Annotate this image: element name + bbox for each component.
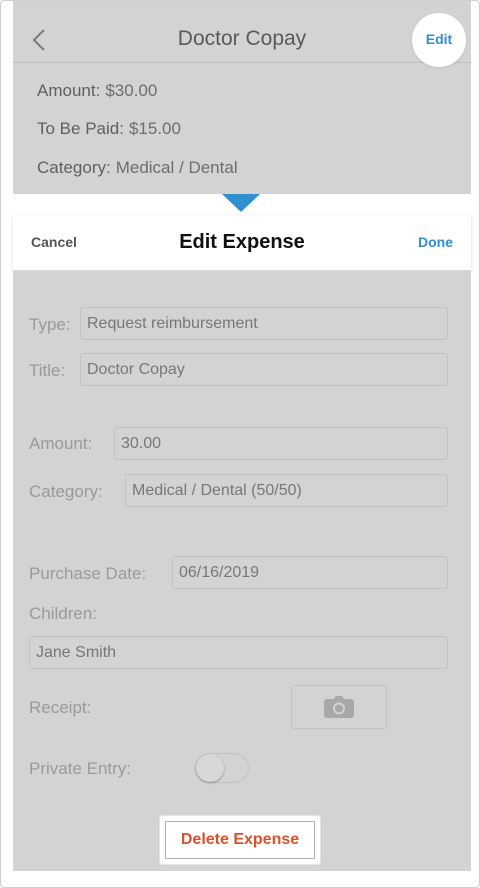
edit-expense-form: Type: Request reimbursement Title: Docto… <box>13 271 471 871</box>
type-label: Type: <box>29 315 71 334</box>
private-entry-toggle[interactable] <box>195 753 249 783</box>
edit-button-label: Edit <box>425 31 453 47</box>
detail-value: Medical / Dental <box>115 158 238 177</box>
sheet-title: Edit Expense <box>179 231 305 253</box>
expense-detail-card: Doctor Copay Edit Amount: $30.00 To Be Pa… <box>13 1 471 194</box>
children-label: Children: <box>29 604 98 623</box>
done-button[interactable]: Done <box>418 234 453 250</box>
delete-expense-button[interactable]: Delete Expense <box>165 821 315 859</box>
private-entry-label: Private Entry: <box>29 759 132 778</box>
detail-label: Amount: <box>37 81 101 100</box>
detail-value: $15.00 <box>128 119 181 138</box>
amount-label: Amount: <box>29 434 93 453</box>
detail-category: Category: Medical / Dental <box>37 158 238 178</box>
camera-icon <box>324 696 354 718</box>
detail-label: Category: <box>37 158 111 177</box>
purchase-date-field[interactable]: 06/16/2019 <box>172 556 448 589</box>
nav-bar: Doctor Copay Edit <box>13 1 471 65</box>
title-label: Title: <box>29 361 66 380</box>
detail-value: $30.00 <box>105 81 158 100</box>
app-screen: Doctor Copay Edit Amount: $30.00 To Be Pa… <box>0 0 480 888</box>
edit-sheet-header: Cancel Edit Expense Done <box>13 215 471 271</box>
title-field[interactable]: Doctor Copay <box>80 353 448 386</box>
children-field[interactable]: Jane Smith <box>29 636 448 669</box>
popover-caret <box>222 194 260 212</box>
detail-label: To Be Paid: <box>37 119 124 138</box>
detail-to-be-paid: To Be Paid: $15.00 <box>37 119 181 139</box>
page-title: Doctor Copay <box>177 27 307 50</box>
edit-button[interactable]: Edit <box>414 15 464 65</box>
receipt-label: Receipt: <box>29 698 92 717</box>
category-label: Category: <box>29 482 103 501</box>
amount-field[interactable]: 30.00 <box>114 427 448 460</box>
delete-expense-highlight: Delete Expense <box>160 816 320 864</box>
toggle-knob <box>196 754 224 782</box>
receipt-camera-button[interactable] <box>291 685 387 729</box>
purchase-date-label: Purchase Date: <box>29 564 147 583</box>
category-field[interactable]: Medical / Dental (50/50) <box>125 474 448 507</box>
detail-amount: Amount: $30.00 <box>37 81 157 101</box>
type-field[interactable]: Request reimbursement <box>80 307 448 340</box>
